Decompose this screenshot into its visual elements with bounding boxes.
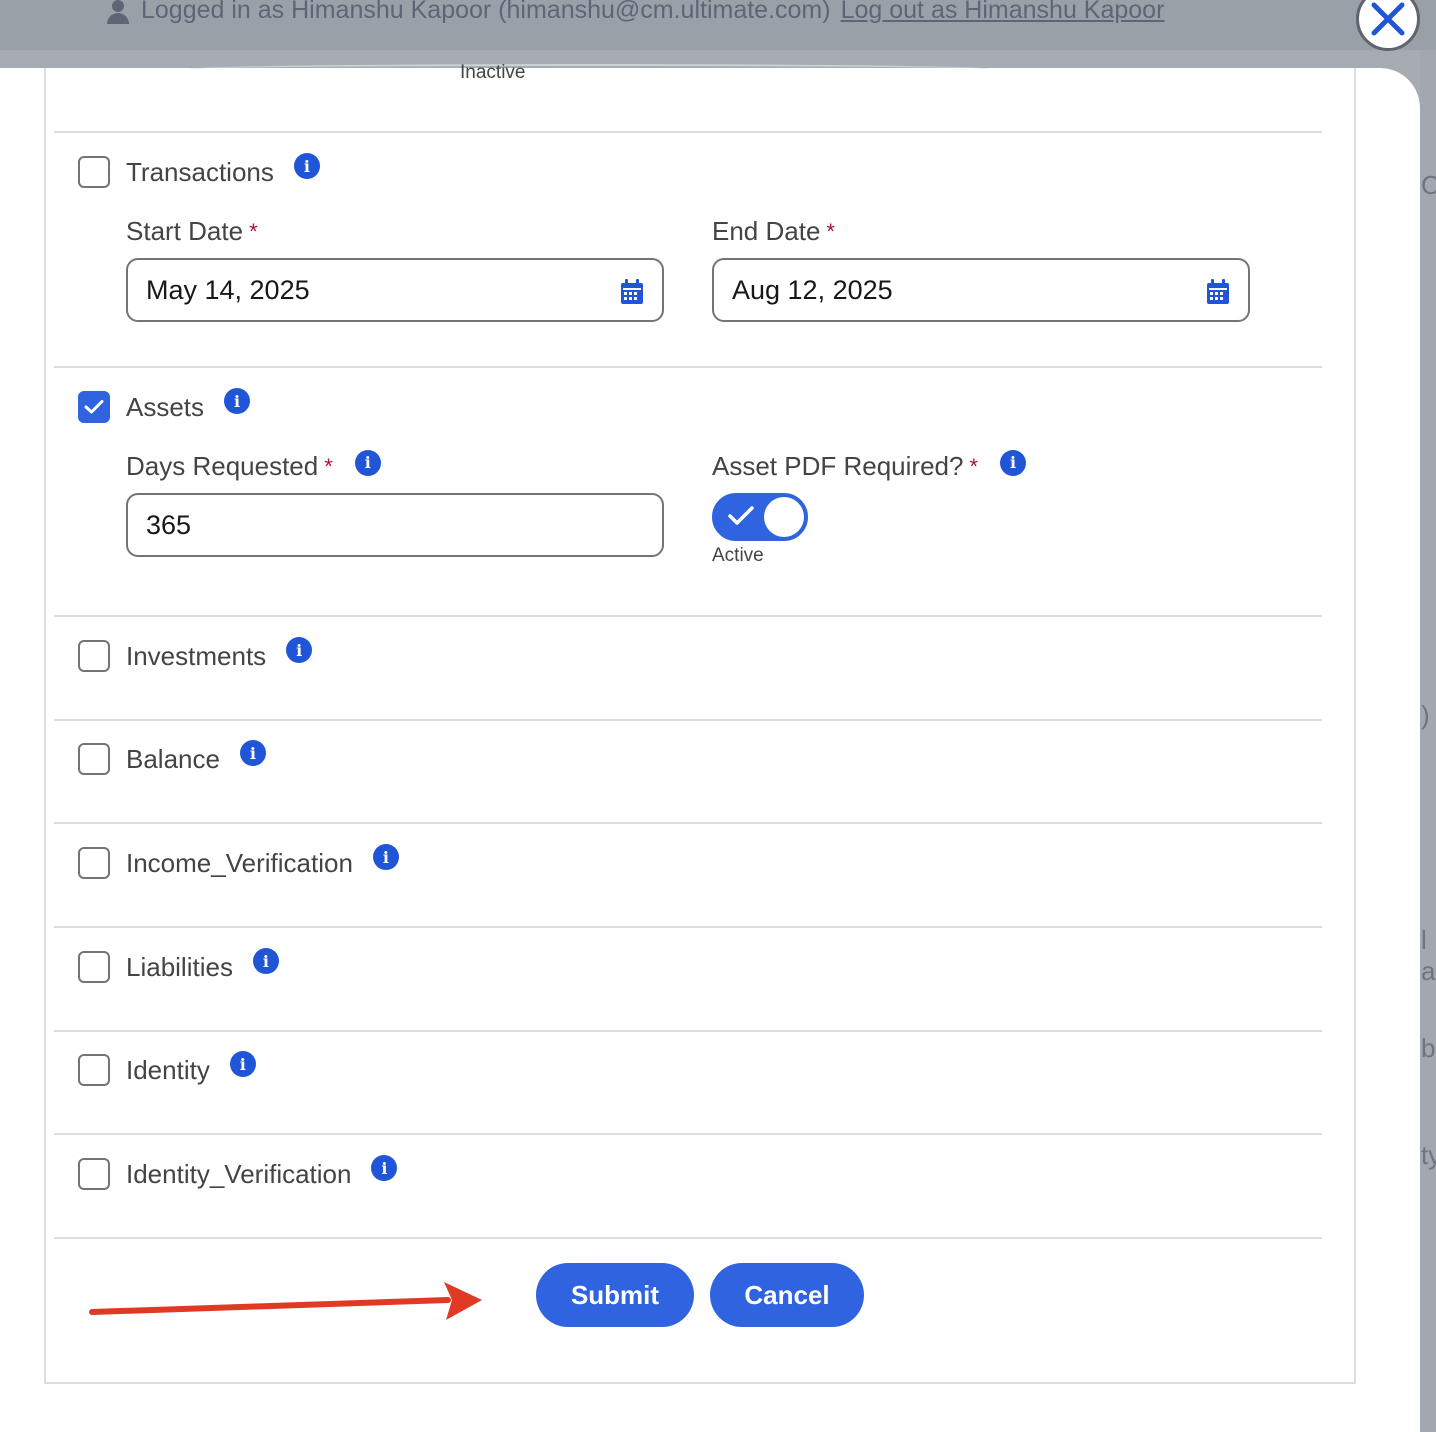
background-fragment: ty [1421, 1140, 1436, 1170]
login-text: Logged in as Himanshu Kapoor (himanshu@c… [141, 0, 831, 24]
end-date-input[interactable]: Aug 12, 2025 [712, 258, 1250, 322]
transactions-checkbox[interactable] [78, 156, 110, 188]
info-icon[interactable]: i [252, 948, 279, 974]
days-requested-label: Days Requested * i [126, 449, 381, 482]
balance-checkbox[interactable] [78, 743, 110, 775]
asset-pdf-required-label-text: Asset PDF Required? [712, 451, 964, 481]
days-requested-label-text: Days Requested [126, 451, 319, 481]
start-date-input[interactable]: May 14, 2025 [126, 258, 664, 322]
income-verification-option[interactable]: Income_Verification i [78, 844, 399, 879]
required-marker: * [969, 453, 979, 479]
investments-option[interactable]: Investments i [78, 637, 313, 672]
info-icon[interactable]: i [229, 1051, 256, 1077]
income-verification-checkbox[interactable] [78, 847, 110, 879]
info-icon[interactable]: i [286, 637, 313, 663]
info-icon[interactable]: i [371, 1155, 398, 1181]
section-divider [54, 719, 1322, 721]
info-icon[interactable]: i [1000, 449, 1027, 476]
toggle-status-text: Active [712, 545, 764, 566]
assets-option[interactable]: Assets i [78, 388, 251, 423]
section-divider [54, 1030, 1322, 1032]
end-date-value: Aug 12, 2025 [732, 274, 893, 305]
days-requested-value: 365 [146, 509, 192, 540]
end-date-label-text: End Date [712, 216, 821, 246]
background-fragment: C [1421, 170, 1436, 200]
login-status: Logged in as Himanshu Kapoor (himanshu@c… [105, 0, 1164, 25]
days-requested-input[interactable]: 365 [126, 493, 664, 557]
info-icon[interactable]: i [354, 449, 381, 476]
start-date-label: Start Date * [126, 216, 258, 247]
liabilities-checkbox[interactable] [78, 951, 110, 983]
section-divider [54, 131, 1322, 133]
section-divider [54, 926, 1322, 928]
section-divider [54, 822, 1322, 824]
required-marker: * [249, 218, 258, 244]
close-icon [1371, 2, 1405, 36]
transactions-label: Transactions [126, 156, 274, 187]
section-divider [54, 1133, 1322, 1135]
user-icon [105, 0, 131, 24]
identity-checkbox[interactable] [78, 1054, 110, 1086]
background-page-edge [1420, 50, 1436, 1432]
identity-verification-label: Identity_Verification [126, 1158, 352, 1189]
section-divider [54, 366, 1322, 368]
identity-verification-option[interactable]: Identity_Verification i [78, 1155, 398, 1190]
start-date-value: May 14, 2025 [146, 274, 310, 305]
identity-option[interactable]: Identity i [78, 1051, 256, 1086]
investments-checkbox[interactable] [78, 640, 110, 672]
background-fragment: l a [1421, 925, 1436, 986]
start-date-label-text: Start Date [126, 216, 244, 246]
identity-label: Identity [126, 1054, 210, 1085]
assets-checkbox[interactable] [78, 391, 110, 423]
balance-label: Balance [126, 743, 220, 774]
asset-pdf-required-toggle[interactable] [712, 493, 808, 541]
info-icon[interactable]: i [224, 388, 251, 414]
section-divider [54, 615, 1322, 617]
info-icon[interactable]: i [293, 153, 320, 179]
checkmark-icon [84, 400, 104, 414]
submit-button[interactable]: Submit [536, 1263, 694, 1327]
info-icon[interactable]: i [239, 740, 266, 766]
investments-label: Investments [126, 640, 267, 671]
transactions-option[interactable]: Transactions i [78, 153, 320, 188]
required-marker: * [324, 453, 333, 479]
identity-verification-checkbox[interactable] [78, 1158, 110, 1190]
checkmark-icon [728, 506, 754, 525]
arrow-annotation [89, 1282, 482, 1320]
cancel-button[interactable]: Cancel [710, 1263, 864, 1327]
logout-link[interactable]: Log out as Himanshu Kapoor [841, 0, 1165, 25]
assets-label: Assets [126, 391, 205, 422]
balance-option[interactable]: Balance i [78, 740, 266, 775]
background-fragment: ) [1421, 700, 1430, 730]
section-divider [54, 1237, 1322, 1239]
info-icon[interactable]: i [372, 844, 399, 870]
income-verification-label: Income_Verification [126, 847, 353, 878]
calendar-icon[interactable] [620, 279, 644, 305]
toggle-knob [764, 497, 804, 537]
liabilities-option[interactable]: Liabilities i [78, 948, 279, 983]
liabilities-label: Liabilities [126, 951, 233, 982]
calendar-icon[interactable] [1206, 279, 1230, 305]
asset-pdf-required-label: Asset PDF Required? * i [712, 449, 1027, 482]
background-fragment: b [1421, 1033, 1436, 1063]
required-marker: * [826, 218, 835, 244]
end-date-label: End Date * [712, 216, 835, 247]
